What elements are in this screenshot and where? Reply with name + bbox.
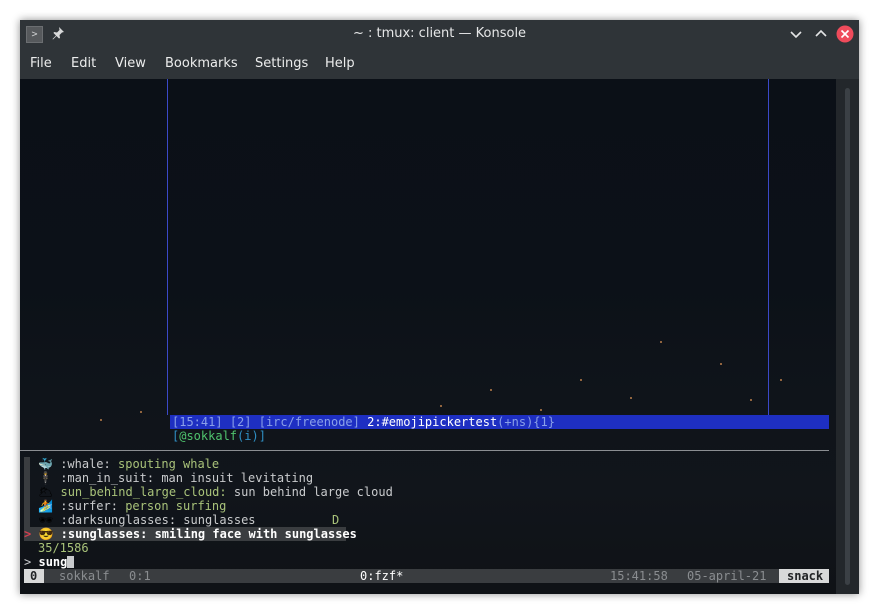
menu-help[interactable]: Help [325,56,355,71]
session-index[interactable]: 0 [30,569,37,583]
man-in-suit-emoji: 🕴 [38,471,53,485]
search-input[interactable]: sung [38,555,67,569]
host-name: sokkalf [59,569,110,583]
cursor [67,556,75,568]
prompt-icon: > [24,555,32,569]
irc-channel: 2:#emojipickertest [367,415,498,429]
list-item[interactable]: 🐳 :whale: spouting whale [38,457,219,471]
item-desc: sun behind large cloud [226,485,393,499]
sunglasses-emoji: 😎 [38,527,54,541]
item-extra: D [332,513,340,527]
scrollbar[interactable] [836,79,859,594]
pane-border-right [768,79,769,415]
status-time: 15:41:58 [610,569,668,583]
menu-edit[interactable]: Edit [71,56,96,71]
item-desc: spouting whale [110,457,220,471]
terminal-area[interactable]: [15:41] [2] [irc/freenode] 2:#emojipicke… [20,79,836,594]
item-name: :sunglasses: [60,527,148,541]
selected-list-item[interactable]: > 😎 :sunglasses: smiling face with sungl… [24,527,357,541]
irc-time: [15:41] [172,415,223,429]
menu-view[interactable]: View [115,56,146,71]
item-name: :darksunglasses: [60,513,177,527]
list-item[interactable]: 🕶 :darksunglasses: sunglasses D [38,513,339,527]
cloud-emoji: 🌥 [38,485,54,499]
status-name: snack [787,569,824,583]
pane-index: 0:1 [129,569,151,583]
pointer-icon: > [24,527,32,541]
surfer-emoji: 🏄 [38,499,53,513]
minimize-button[interactable] [787,25,805,43]
dark-sunglasses-emoji: 🕶 [38,513,54,527]
item-desc: smiling face with sunglasses [147,527,357,541]
irc-count: {1} [533,415,555,429]
whale-emoji: 🐳 [38,457,53,471]
irc-nick-line: [@sokkalf(i)] [172,429,266,443]
status-date: 05-april-21 [687,569,767,583]
irc-mode: (+ns) [497,415,534,429]
irc-status-line: [15:41] [2] [irc/freenode] 2:#emojipicke… [172,415,555,429]
menu-settings[interactable]: Settings [255,56,308,71]
item-name: :man_in_suit: [60,471,155,485]
menu-bar: File Edit View Bookmarks Settings Help [20,48,859,79]
pane-separator [20,450,829,451]
list-item[interactable]: 🏄 :surfer: person surfing [38,499,226,513]
item-desc: man insuit levitating [154,471,314,485]
match-count: 35/1586 [38,541,89,555]
menu-file[interactable]: File [30,56,52,71]
menu-bookmarks[interactable]: Bookmarks [165,56,238,71]
irc-nick: @sokkalf [179,429,238,443]
close-button[interactable] [836,25,854,43]
konsole-window: > ~ : tmux: client — Konsole File Edit V… [20,20,859,594]
nick-bracket-close: ] [258,429,266,443]
pane-border-left [167,79,168,415]
maximize-button[interactable] [812,25,830,43]
item-name: :whale: [60,457,111,471]
scrollbar-thumb[interactable] [845,88,850,585]
item-name: :surfer: [60,499,118,513]
irc-nick-mode: (i) [237,429,259,443]
list-item[interactable]: 🕴 :man_in_suit: man insuit levitating [38,471,313,485]
title-bar[interactable]: > ~ : tmux: client — Konsole [20,20,859,48]
item-name: sun_behind_large_cloud: [60,485,227,499]
irc-server: [irc/freenode] [258,415,360,429]
item-desc: person surfing [117,499,227,513]
irc-window-num: [2] [229,415,252,429]
fzf-prompt-line[interactable]: > sung [24,555,75,569]
list-item[interactable]: 🌥 sun_behind_large_cloud: sun behind lar… [38,485,393,499]
window-title: ~ : tmux: client — Konsole [352,26,527,41]
window-tab[interactable]: 0:fzf* [360,569,403,583]
item-desc: sunglasses [176,513,256,527]
